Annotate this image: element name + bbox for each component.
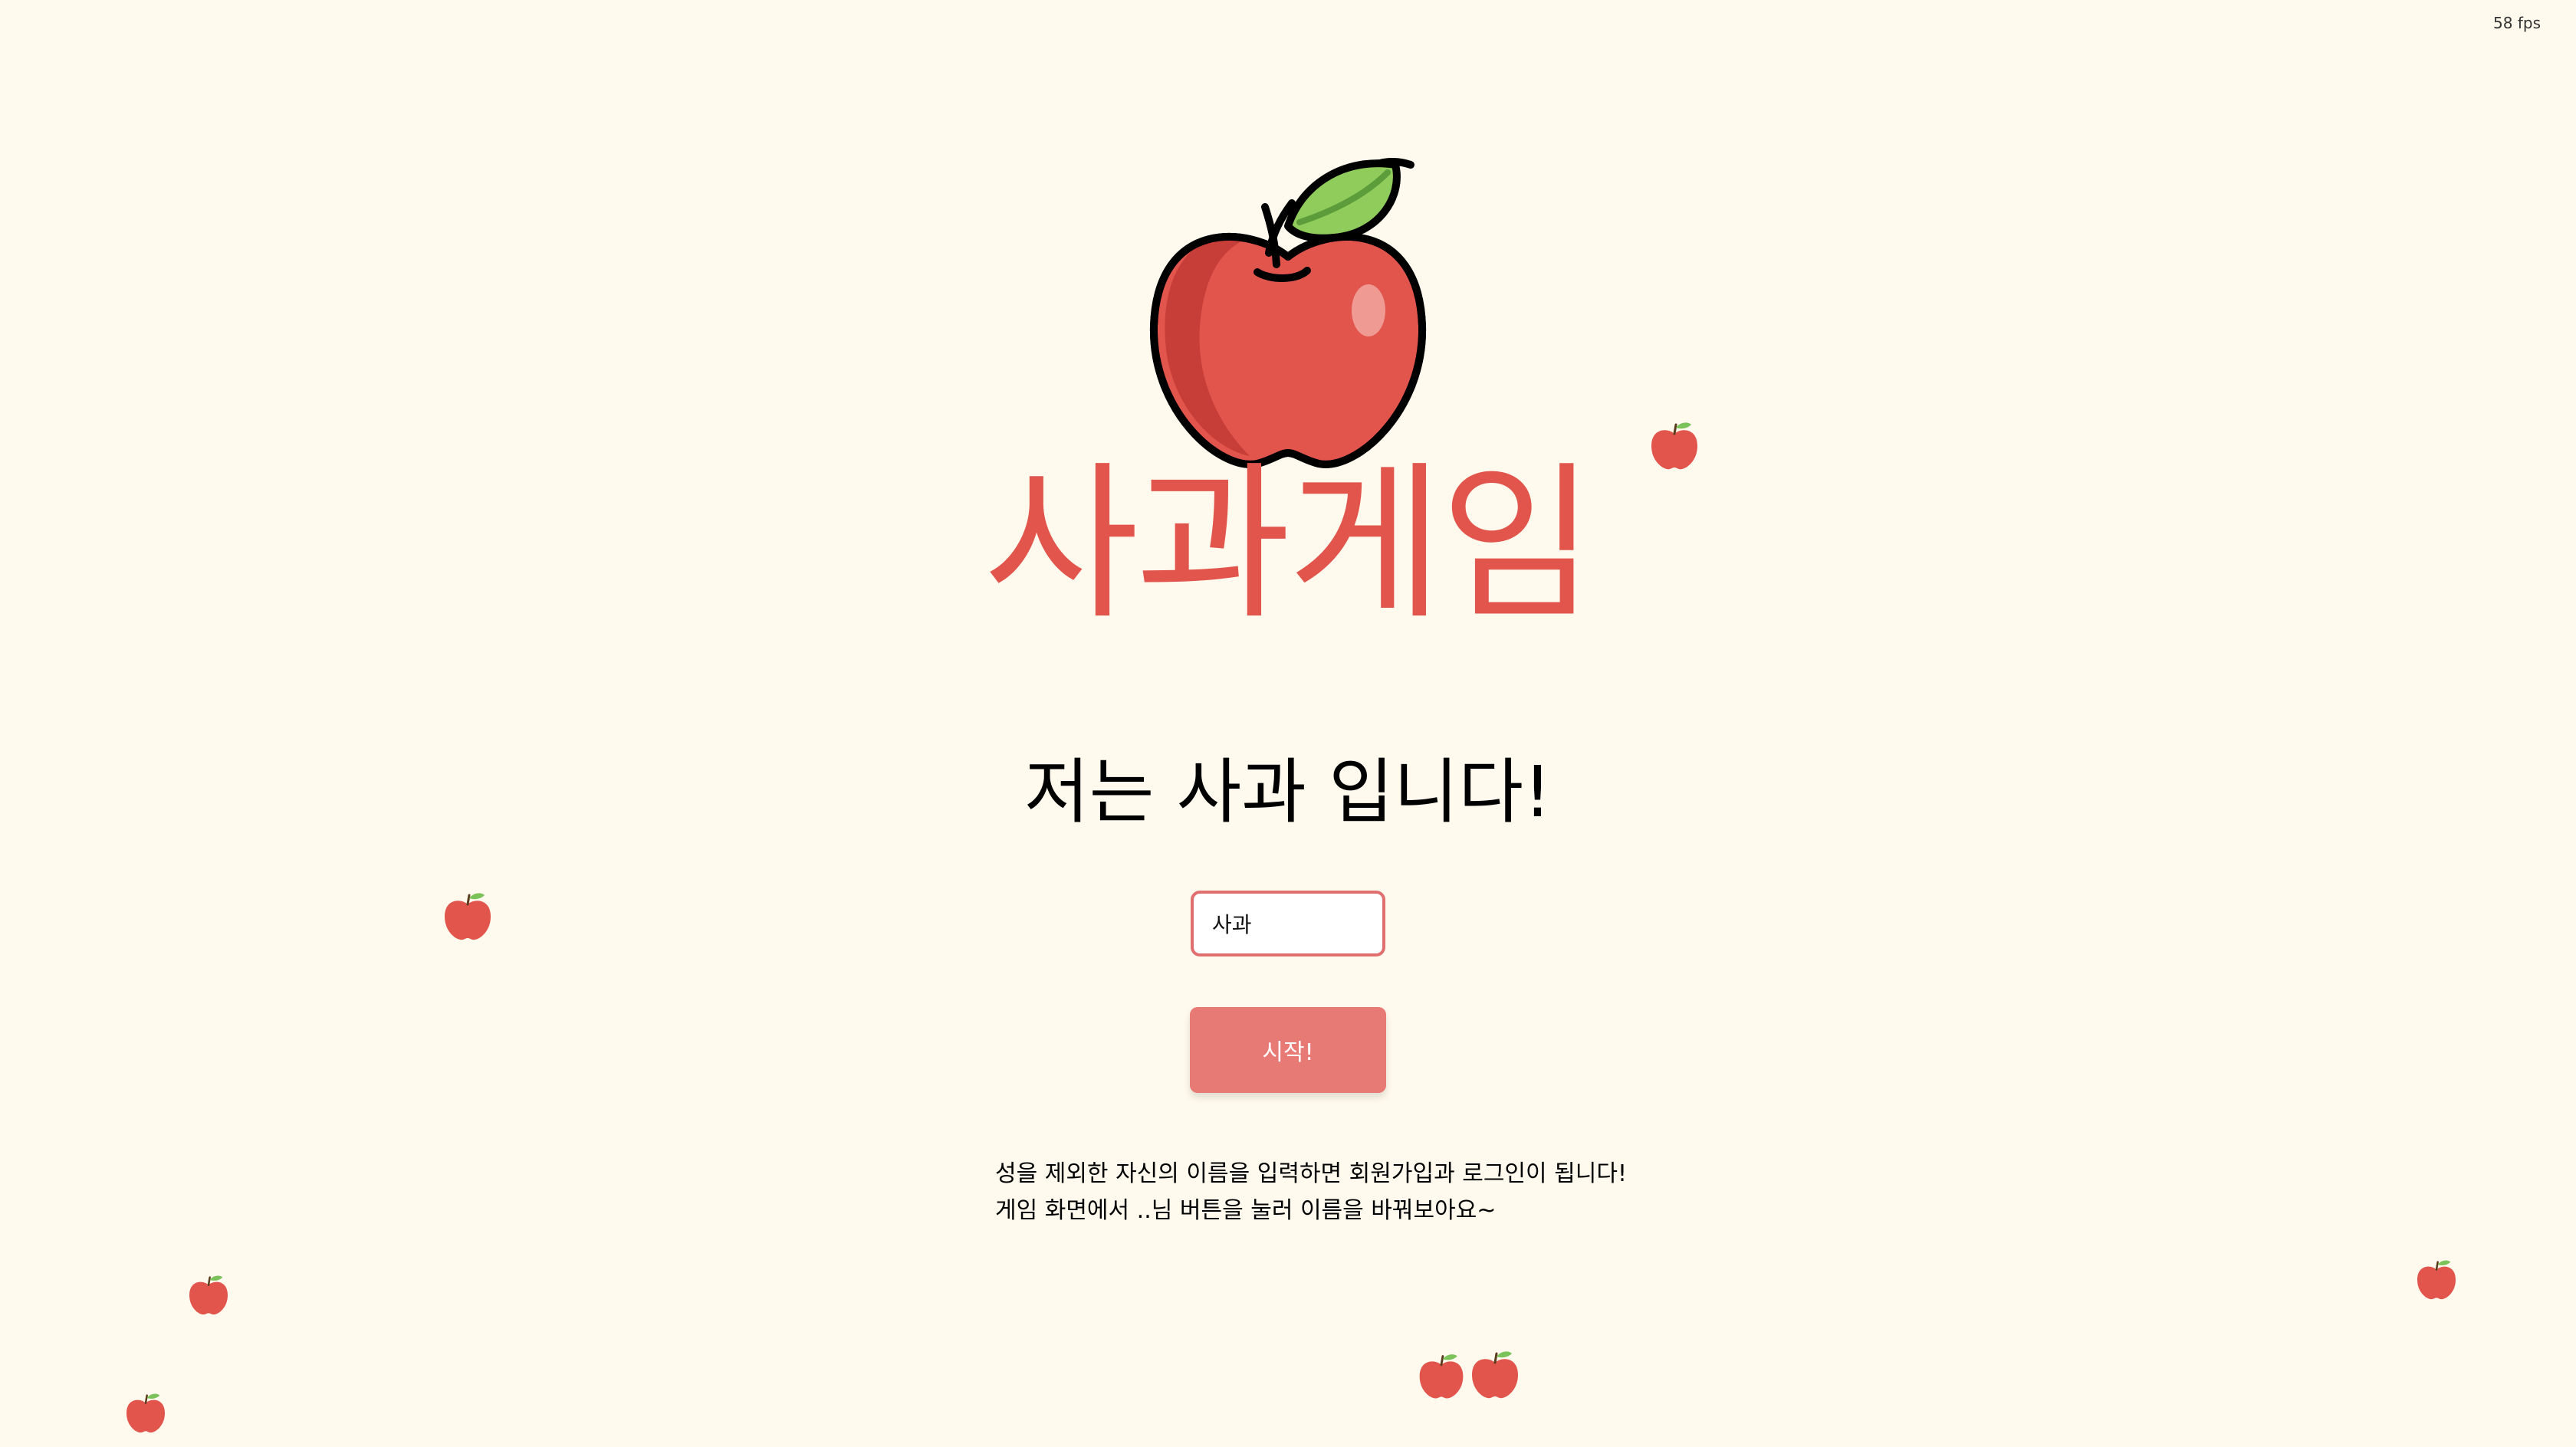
falling-apple-icon bbox=[2417, 1260, 2456, 1300]
name-input[interactable] bbox=[1191, 891, 1385, 956]
help-line-2: 게임 화면에서 ..님 버튼을 눌러 이름을 바꿔보아요~ bbox=[995, 1197, 1497, 1224]
falling-apple-icon bbox=[189, 1275, 228, 1315]
help-line-1: 성을 제외한 자신의 이름을 입력하면 회원가입과 로그인이 됩니다! bbox=[995, 1160, 1627, 1187]
falling-apple-icon bbox=[127, 1393, 165, 1433]
apple-logo-icon bbox=[1149, 157, 1427, 468]
fps-counter: 58 fps bbox=[2493, 14, 2541, 32]
falling-apple-icon bbox=[1472, 1351, 1518, 1399]
game-title: 사과게임 bbox=[984, 446, 1595, 642]
falling-apple-icon bbox=[1651, 422, 1697, 470]
falling-apple-icon bbox=[445, 893, 491, 940]
help-text: 성을 제외한 자신의 이름을 입력하면 회원가입과 로그인이 됩니다! 게임 화… bbox=[995, 1156, 1627, 1229]
subtitle: 저는 사과 입니다! bbox=[1024, 751, 1552, 833]
falling-apple-icon bbox=[1419, 1354, 1464, 1399]
start-button[interactable]: 시작! bbox=[1190, 1007, 1386, 1093]
